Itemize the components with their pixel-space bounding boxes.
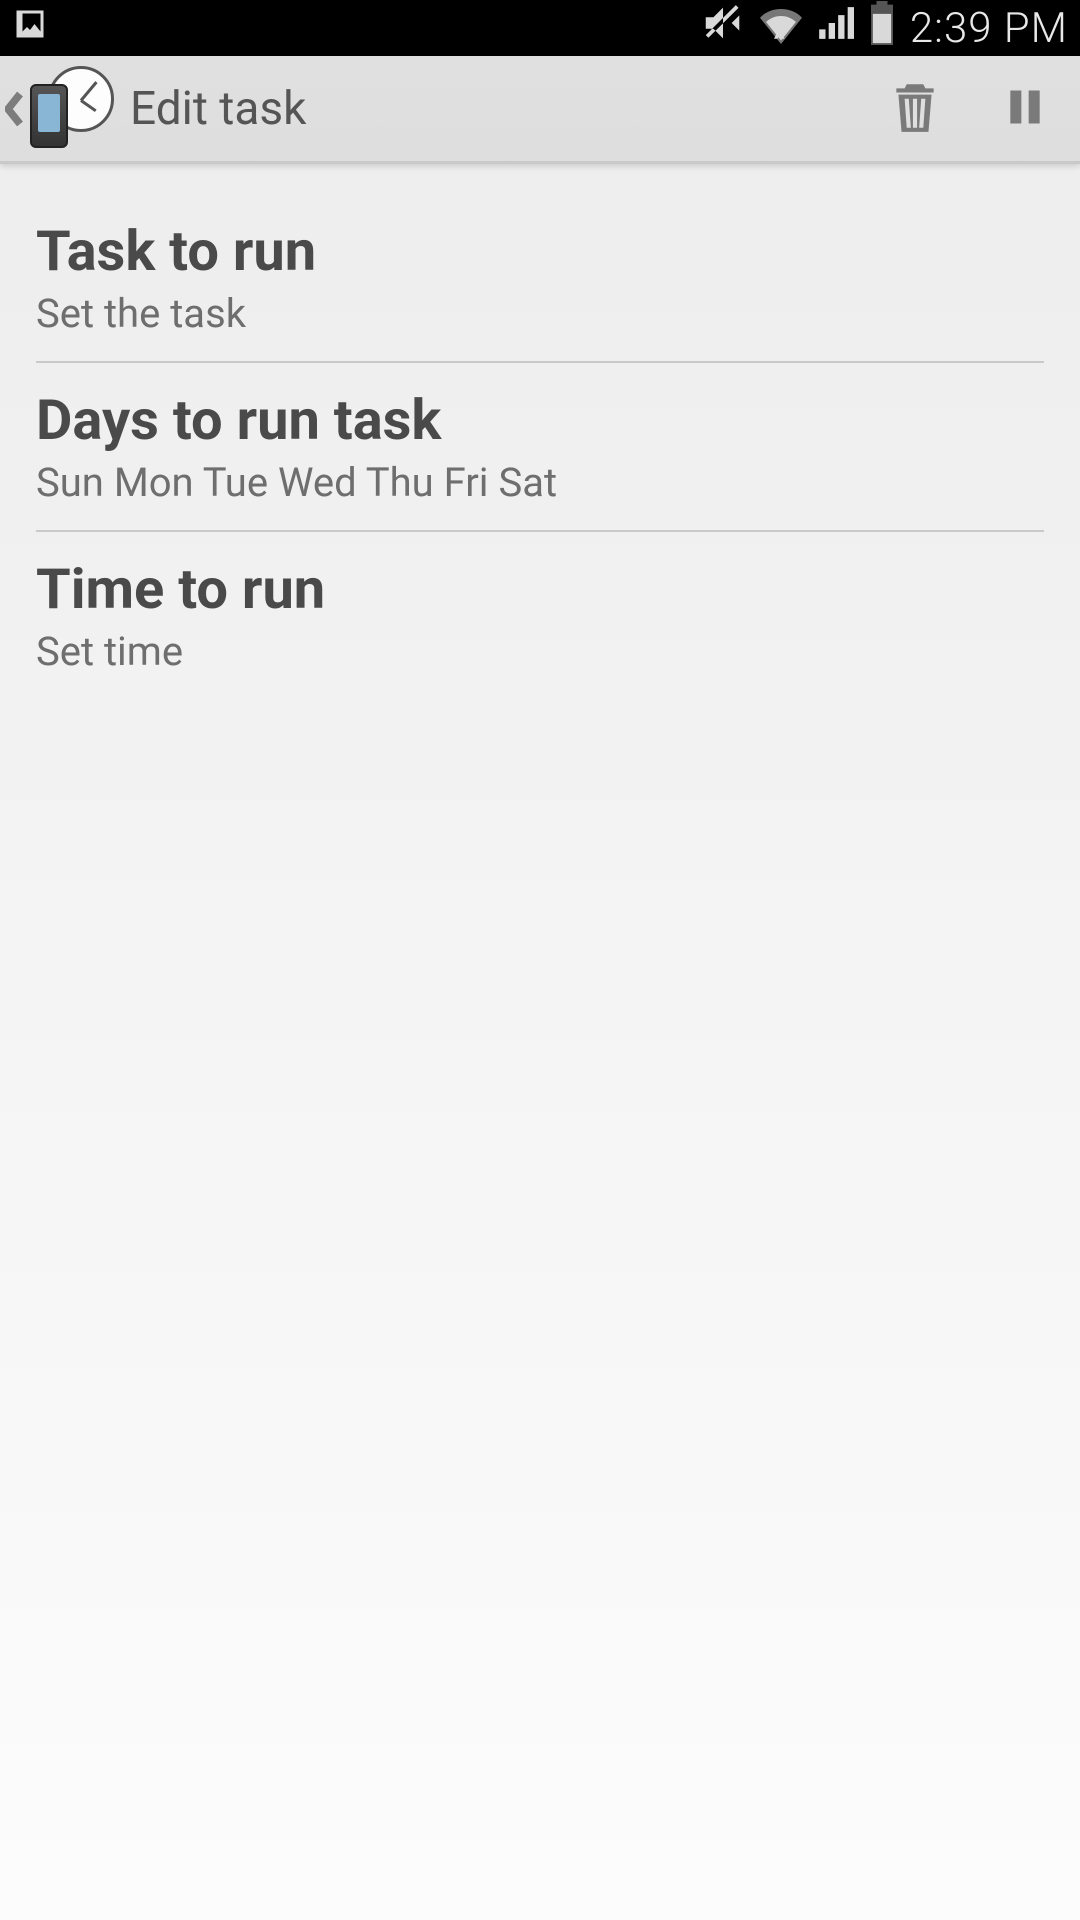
pause-button[interactable] (970, 56, 1080, 161)
battery-icon (868, 1, 896, 55)
wifi-icon (760, 2, 802, 54)
action-bar: Edit task (0, 56, 1080, 164)
back-button[interactable] (0, 56, 130, 161)
item-title: Days to run task (36, 387, 1044, 453)
back-icon (4, 88, 24, 130)
item-subtitle: Set the task (36, 290, 1044, 337)
item-days-to-run[interactable]: Days to run task Sun Mon Tue Wed Thu Fri… (36, 361, 1044, 530)
item-subtitle: Sun Mon Tue Wed Thu Fri Sat (36, 459, 1044, 506)
app-phone-clock-icon (30, 70, 108, 148)
page-title: Edit task (130, 82, 306, 136)
cellular-signal-icon (816, 4, 854, 52)
settings-list: Task to run Set the task Days to run tas… (0, 164, 1080, 699)
item-title: Task to run (36, 218, 1044, 284)
item-subtitle: Set time (36, 628, 1044, 675)
item-title: Time to run (36, 556, 1044, 622)
item-time-to-run[interactable]: Time to run Set time (36, 530, 1044, 699)
status-bar: 2:39 PM (0, 0, 1080, 56)
delete-button[interactable] (860, 56, 970, 161)
status-time: 2:39 PM (910, 4, 1068, 53)
gallery-icon (12, 5, 48, 52)
trash-icon (889, 78, 941, 140)
vibrate-silent-icon (700, 0, 746, 56)
pause-icon (1003, 82, 1047, 136)
item-task-to-run[interactable]: Task to run Set the task (36, 194, 1044, 361)
